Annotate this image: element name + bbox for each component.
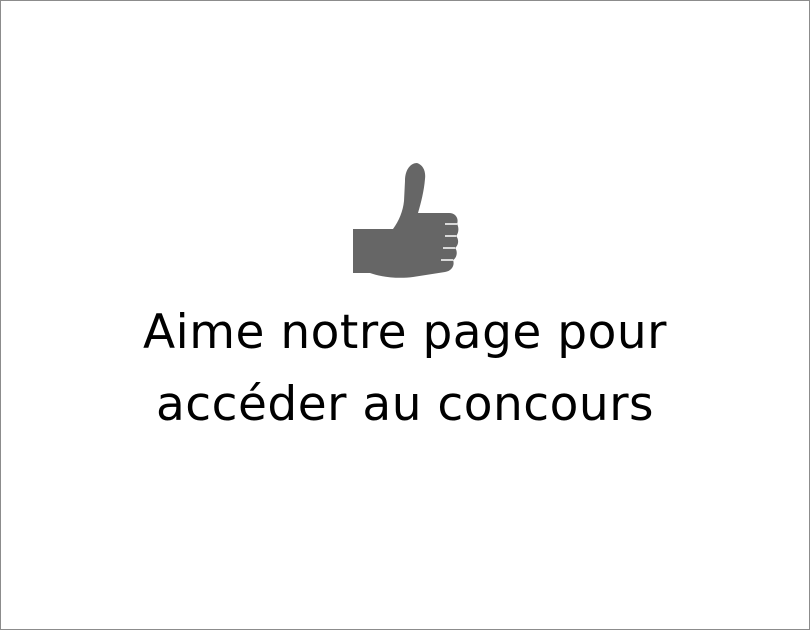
message-line-2: accéder au concours xyxy=(155,377,655,432)
thumbs-up-icon xyxy=(353,161,459,283)
message-line-1: Aime notre page pour xyxy=(143,305,667,360)
like-gate-frame: Aime notre page pour accéder au concours xyxy=(0,0,810,630)
like-gate-message: Aime notre page pour accéder au concours xyxy=(1,297,809,441)
like-gate-panel: Aime notre page pour accéder au concours xyxy=(1,1,809,629)
